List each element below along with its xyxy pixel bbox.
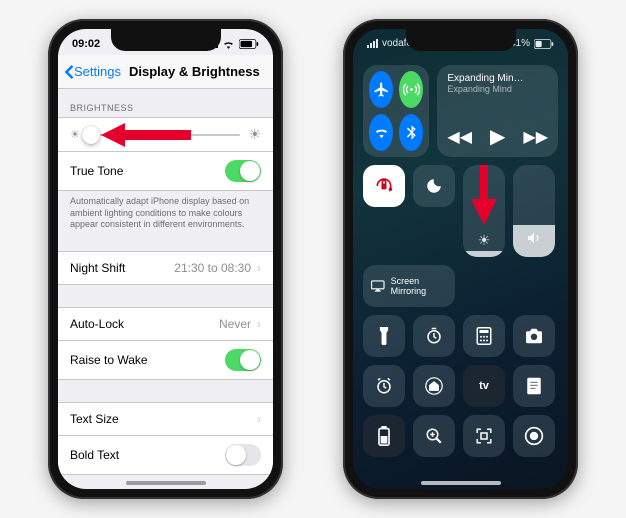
true-tone-toggle[interactable] [225, 160, 261, 182]
auto-lock-row[interactable]: Auto-Lock Never › [58, 307, 273, 340]
battery-icon [239, 39, 259, 49]
do-not-disturb-button[interactable] [413, 165, 455, 207]
chevron-right-icon: › [257, 261, 261, 275]
media-subtitle: Expanding Mind [447, 84, 548, 94]
calculator-button[interactable] [463, 315, 505, 357]
cellular-data-button[interactable] [399, 71, 423, 108]
screen-mirroring-icon [371, 279, 385, 293]
brightness-slider[interactable] [88, 134, 241, 136]
bluetooth-button[interactable] [399, 114, 423, 151]
timer-button[interactable] [413, 315, 455, 357]
raise-to-wake-label: Raise to Wake [70, 353, 148, 367]
control-center: Expanding Min… Expanding Mind ◀◀ ▶ ▶▶ [353, 55, 568, 475]
section-header-brightness: BRIGHTNESS [58, 89, 273, 117]
screen-recording-button[interactable] [513, 415, 555, 457]
annotation-arrow-down [471, 165, 497, 225]
back-label: Settings [74, 64, 121, 79]
text-size-label: Text Size [70, 412, 119, 426]
media-prev-button[interactable]: ◀◀ [447, 127, 472, 147]
brightness-slider-cell[interactable]: ☀ ☀ [58, 117, 273, 151]
raise-to-wake-toggle[interactable] [225, 349, 261, 371]
qr-scanner-button[interactable] [463, 415, 505, 457]
flashlight-button[interactable] [363, 315, 405, 357]
magnifier-button[interactable] [413, 415, 455, 457]
connectivity-tile[interactable] [363, 65, 429, 157]
notch [406, 29, 516, 51]
true-tone-desc: Automatically adapt iPhone display based… [58, 191, 273, 241]
airplane-mode-button[interactable] [369, 71, 393, 108]
true-tone-row: True Tone [58, 151, 273, 190]
notes-button[interactable] [513, 365, 555, 407]
nav-bar: Settings Display & Brightness [58, 55, 273, 89]
home-indicator[interactable] [421, 481, 501, 485]
media-tile[interactable]: Expanding Min… Expanding Mind ◀◀ ▶ ▶▶ [437, 65, 558, 157]
screen-mirroring-button[interactable]: Screen Mirroring [363, 265, 455, 307]
wifi-button[interactable] [369, 114, 393, 151]
iphone-frame-left: 09:02 Settings Display & Brightness BRIG… [48, 19, 283, 499]
auto-lock-label: Auto-Lock [70, 317, 124, 331]
night-shift-label: Night Shift [70, 261, 125, 275]
volume-slider[interactable] [513, 165, 555, 257]
alarm-button[interactable] [363, 365, 405, 407]
brightness-slider[interactable]: ☀ [463, 165, 505, 257]
bold-text-row: Bold Text [58, 435, 273, 474]
media-play-button[interactable]: ▶ [490, 124, 505, 149]
orientation-lock-button[interactable] [363, 165, 405, 207]
text-size-row[interactable]: Text Size › [58, 402, 273, 435]
back-button[interactable]: Settings [64, 64, 121, 79]
bold-text-toggle[interactable] [225, 444, 261, 466]
camera-button[interactable] [513, 315, 555, 357]
media-next-button[interactable]: ▶▶ [523, 127, 548, 147]
chevron-right-icon: › [257, 317, 261, 331]
cellular-signal-icon [367, 39, 378, 48]
true-tone-label: True Tone [70, 164, 123, 178]
page-title: Display & Brightness [129, 64, 260, 79]
iphone-frame-right: vodafone UK 41% Expanding Min… [343, 19, 578, 499]
bold-text-label: Bold Text [70, 448, 119, 462]
raise-to-wake-row: Raise to Wake [58, 340, 273, 379]
home-indicator[interactable] [126, 481, 206, 485]
auto-lock-value: Never [219, 317, 251, 331]
low-power-mode-button[interactable] [363, 415, 405, 457]
sun-min-icon: ☀ [70, 128, 80, 141]
battery-icon [534, 39, 554, 49]
sun-max-icon: ☀ [248, 126, 261, 143]
media-title: Expanding Min… [447, 73, 548, 84]
apple-tv-remote-button[interactable]: tv [463, 365, 505, 407]
wifi-icon [222, 39, 235, 49]
status-time: 09:02 [72, 38, 100, 50]
brightness-fill [463, 251, 505, 257]
sun-icon: ☀ [478, 232, 491, 249]
brightness-thumb[interactable] [82, 126, 100, 144]
night-shift-value: 21:30 to 08:30 [174, 261, 251, 275]
night-shift-row[interactable]: Night Shift 21:30 to 08:30 › [58, 251, 273, 284]
notch [111, 29, 221, 51]
chevron-left-icon [64, 65, 74, 79]
volume-icon [526, 230, 542, 249]
screen-mirroring-label: Screen Mirroring [391, 276, 447, 296]
home-button[interactable] [413, 365, 455, 407]
chevron-right-icon: › [257, 412, 261, 426]
